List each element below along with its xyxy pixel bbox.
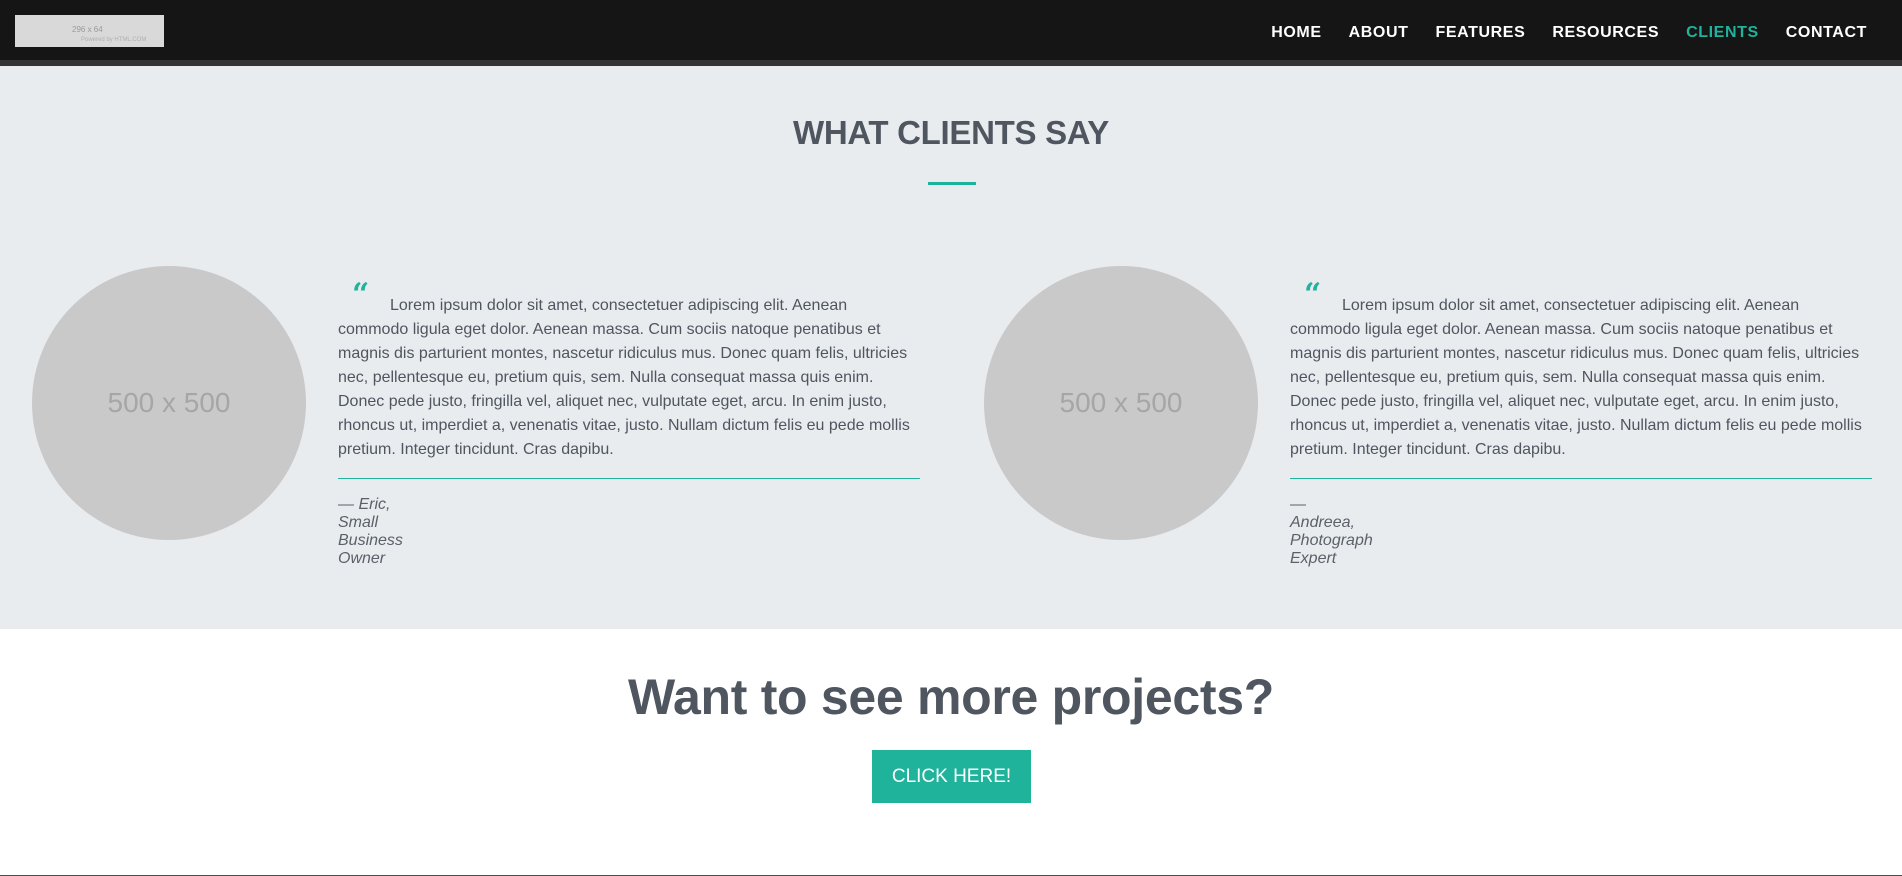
- quote-author: — Eric, Small Business Owner: [338, 496, 403, 567]
- quote-divider: [338, 478, 920, 479]
- nav-item-resources[interactable]: RESOURCES: [1552, 24, 1659, 42]
- quote-author: — Andreea, Photograph Expert: [1290, 496, 1373, 567]
- quote-text: Lorem ipsum dolor sit amet, consectetuer…: [338, 297, 910, 458]
- click-here-button[interactable]: CLICK HERE!: [872, 750, 1031, 803]
- cta-title: Want to see more projects?: [627, 669, 1275, 725]
- nav-item-features[interactable]: FEATURES: [1436, 24, 1526, 42]
- navbar: 296 x 64 Powered by HTML.COM HOME ABOUT …: [0, 0, 1902, 66]
- nav-item-clients[interactable]: CLIENTS: [1686, 24, 1759, 42]
- nav-item-contact[interactable]: CONTACT: [1786, 24, 1867, 42]
- main-nav: HOME ABOUT FEATURES RESOURCES CLIENTS CO…: [1244, 0, 1867, 66]
- section-title: WHAT CLIENTS SAY: [792, 114, 1110, 151]
- nav-item-about[interactable]: ABOUT: [1349, 24, 1409, 42]
- title-divider: [928, 182, 976, 185]
- logo-size-text: 296 x 64: [72, 25, 103, 34]
- logo-powered-text: Powered by HTML.COM: [81, 37, 147, 43]
- logo-placeholder[interactable]: 296 x 64 Powered by HTML.COM: [15, 15, 164, 47]
- quote-text: Lorem ipsum dolor sit amet, consectetuer…: [1290, 297, 1862, 458]
- avatar: 500 x 500: [984, 266, 1258, 540]
- nav-item-home[interactable]: HOME: [1271, 24, 1321, 42]
- quote-divider: [1290, 478, 1872, 479]
- avatar: 500 x 500: [32, 266, 306, 540]
- testimonials-section: WHAT CLIENTS SAY 500 x 500 “ Lorem ipsum…: [0, 66, 1902, 629]
